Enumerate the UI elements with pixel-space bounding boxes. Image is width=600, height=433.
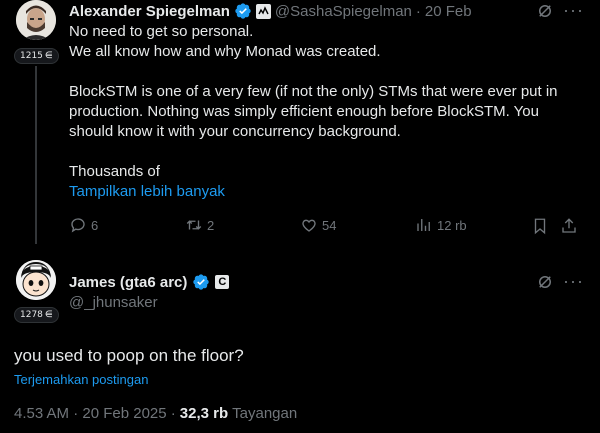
tweet-2: 1278 ⋹ James (gta6 arc) C @_jhunsaker ··…	[0, 252, 600, 433]
translate-link[interactable]: Terjemahkan postingan	[14, 372, 148, 387]
dot-separator: ·	[415, 2, 421, 20]
body-line: No need to get so personal.	[69, 23, 254, 40]
affiliate-badge: C	[215, 275, 230, 289]
like-button[interactable]: 54	[300, 216, 336, 234]
body-line	[69, 142, 589, 162]
badge-score-1: 1215 ⋹	[14, 48, 59, 64]
avatar-alexander[interactable]	[16, 0, 56, 40]
repost-button[interactable]: 2	[185, 216, 214, 234]
body-line: production. Nothing was simply efficient…	[69, 103, 539, 120]
more-icon[interactable]: ···	[563, 0, 584, 21]
grok-icon[interactable]	[536, 2, 554, 20]
grok-icon[interactable]	[536, 273, 554, 291]
body-line: should know it with your concurrency bac…	[69, 123, 401, 140]
views-count: 32,3 rb	[179, 405, 229, 422]
body-line: We all know how and why Monad was create…	[69, 43, 381, 60]
share-icon[interactable]	[560, 217, 578, 235]
affiliate-badge	[255, 3, 271, 19]
thread-line	[35, 66, 37, 244]
views-label: Tayangan	[232, 405, 298, 422]
tweet-1[interactable]: 1215 ⋹ Alexander Spiegelman @SashaSpiege…	[0, 0, 600, 250]
tweet-timestamp[interactable]: 4.53 AM · 20 Feb 2025 ·	[14, 405, 176, 422]
views-icon	[417, 219, 430, 231]
badge-icon: ⋹	[44, 51, 53, 61]
badge-icon: ⋹	[44, 310, 53, 320]
tweet-text: you used to poop on the floor?	[14, 346, 244, 365]
bookmark-icon[interactable]	[531, 217, 549, 235]
author-handle[interactable]: @SashaSpiegelman	[275, 3, 412, 20]
body-line	[69, 62, 589, 82]
repost-icon	[186, 220, 202, 230]
tweet-date[interactable]: 20 Feb	[425, 3, 472, 20]
avatar-james[interactable]	[16, 260, 56, 300]
tweet-body: No need to get so personal. We all know …	[69, 22, 589, 202]
author-name[interactable]: Alexander Spiegelman	[69, 3, 230, 20]
more-icon[interactable]: ···	[563, 271, 584, 292]
body-line: Thousands of	[69, 163, 160, 180]
reply-button[interactable]: 6	[69, 216, 98, 234]
verified-icon	[193, 274, 210, 290]
body-line: BlockSTM is one of a very few (if not th…	[69, 83, 558, 100]
author-name[interactable]: James (gta6 arc)	[69, 274, 187, 291]
reply-icon	[71, 218, 85, 233]
author-handle[interactable]: @_jhunsaker	[69, 294, 158, 311]
badge-score-2: 1278 ⋹	[14, 307, 59, 323]
verified-icon	[235, 3, 251, 19]
views-button[interactable]: 12 rb	[415, 216, 467, 234]
like-icon	[302, 219, 316, 232]
show-more-link[interactable]: Tampilkan lebih banyak	[69, 182, 589, 202]
